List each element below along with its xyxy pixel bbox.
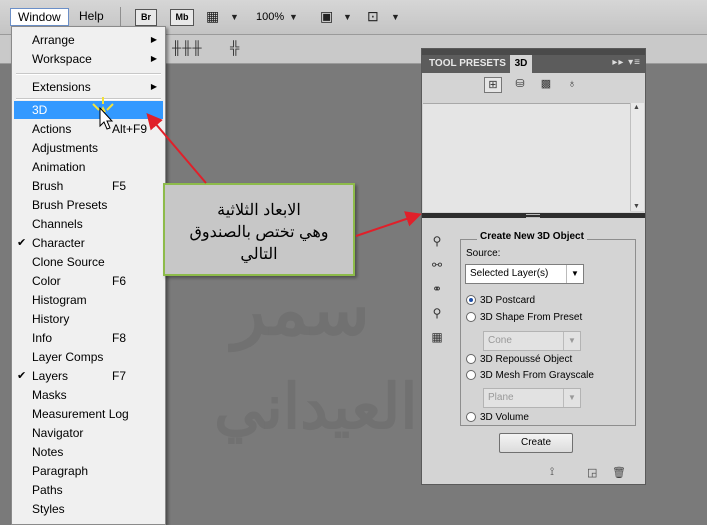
cursor-icon <box>92 97 114 130</box>
arrow-to-3d-menu <box>146 112 207 184</box>
arrow-to-panel <box>355 211 422 237</box>
annotation-arrows <box>92 97 422 237</box>
